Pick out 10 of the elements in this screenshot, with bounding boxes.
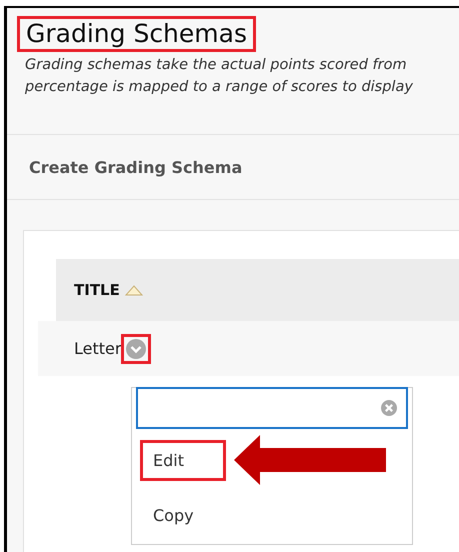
clear-icon[interactable] <box>380 399 398 417</box>
menu-search-field[interactable] <box>136 387 408 429</box>
table-cell: Letter <box>74 339 122 358</box>
menu-item[interactable]: Edit <box>140 440 226 480</box>
row-menu-button[interactable] <box>121 334 152 364</box>
page-title: Grading Schemas <box>17 16 256 52</box>
column-header[interactable]: TITLE <box>74 281 120 299</box>
menu-item[interactable]: Copy <box>140 495 226 536</box>
page-description: Grading schemas take the actual points scored from percentage is mapped to a range of scores to display <box>25 56 414 97</box>
create-link[interactable]: Create Grading Schema <box>29 158 242 176</box>
